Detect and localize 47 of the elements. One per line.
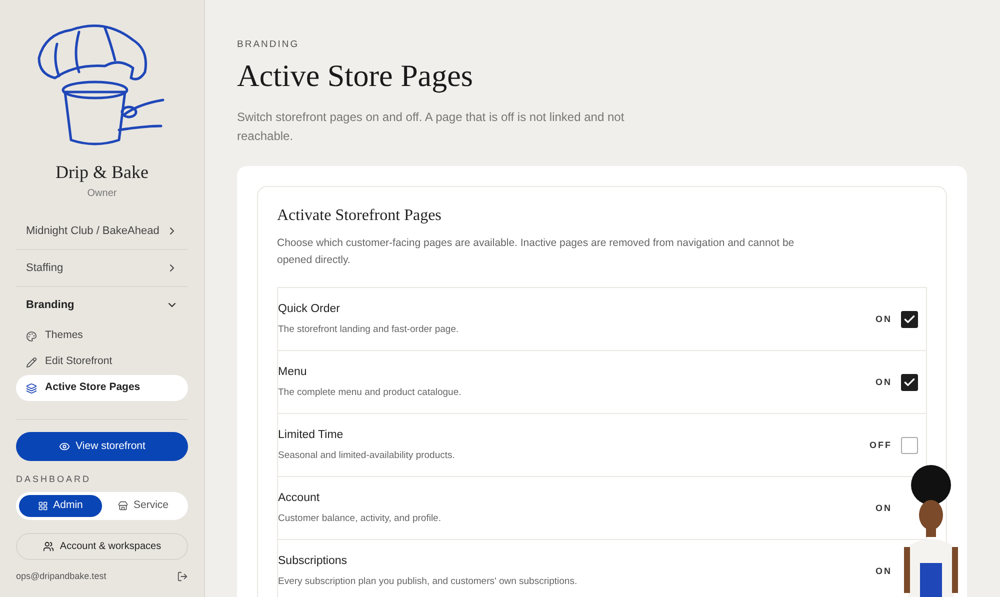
page-description: Seasonal and limited-availability products. xyxy=(278,449,455,464)
page-description: The storefront landing and fast-order page. xyxy=(278,323,459,338)
checkbox[interactable] xyxy=(901,310,918,328)
user-email: ops@dripandbake.test xyxy=(16,570,106,583)
check-icon xyxy=(903,376,916,389)
grid-icon xyxy=(38,500,48,510)
pencil-icon xyxy=(26,356,37,368)
users-icon xyxy=(42,540,54,552)
dashboard-tab[interactable]: Admin xyxy=(19,494,102,516)
panel-title: Activate Storefront Pages xyxy=(277,206,442,226)
page-title: Active Store Pages xyxy=(237,57,474,96)
logout-icon[interactable] xyxy=(177,570,188,582)
checkbox[interactable] xyxy=(901,436,918,454)
view-storefront-button[interactable]: View storefront xyxy=(16,432,188,461)
page-name: Quick Order xyxy=(278,302,341,317)
status-label: ON xyxy=(876,376,892,388)
nav-item[interactable]: Themes xyxy=(16,323,188,349)
page-description: Customer balance, activity, and profile. xyxy=(278,512,441,526)
page-description: The complete menu and product catalogue. xyxy=(278,386,462,400)
panel-description: Choose which customer-facing pages are available. Inactive pages are removed from navigation and cannot be opened directly. xyxy=(277,236,796,268)
check-icon xyxy=(903,312,916,326)
nav-section[interactable]: Branding xyxy=(16,287,188,323)
palette-icon xyxy=(26,330,37,342)
nav-section[interactable]: Staffing xyxy=(16,250,188,286)
account-button[interactable]: Account & workspaces xyxy=(16,532,188,560)
status-label: OFF xyxy=(870,438,892,452)
page-subtitle: Switch storefront pages on and off. A page that is off is not linked and not reachable. xyxy=(237,109,626,146)
layers-icon xyxy=(26,382,37,394)
eye-icon xyxy=(58,441,70,452)
nav-item[interactable]: Edit Storefront xyxy=(16,349,188,375)
nav-item[interactable]: Active Store Pages xyxy=(16,375,188,401)
store-icon xyxy=(118,500,128,510)
role-label: Owner xyxy=(86,187,118,201)
page-name: Subscriptions xyxy=(278,554,348,569)
status-label: ON xyxy=(876,502,892,514)
page-name: Menu xyxy=(278,365,308,380)
nav-section[interactable]: Midnight Club / BakeAhead xyxy=(16,213,188,249)
page-name: Account xyxy=(278,491,321,506)
status-label: ON xyxy=(876,312,892,326)
page-name: Limited Time xyxy=(278,428,344,443)
checkbox[interactable] xyxy=(901,374,918,391)
dashboard-tab[interactable]: Service xyxy=(102,494,185,516)
section-label: DASHBOARD xyxy=(16,473,92,486)
status-label: ON xyxy=(876,564,892,578)
page-description: Every subscription plan you publish, and customers' own subscriptions. xyxy=(278,575,578,590)
brand-name: Drip & Bake xyxy=(54,161,150,184)
eyebrow-label: BRANDING xyxy=(237,38,300,52)
